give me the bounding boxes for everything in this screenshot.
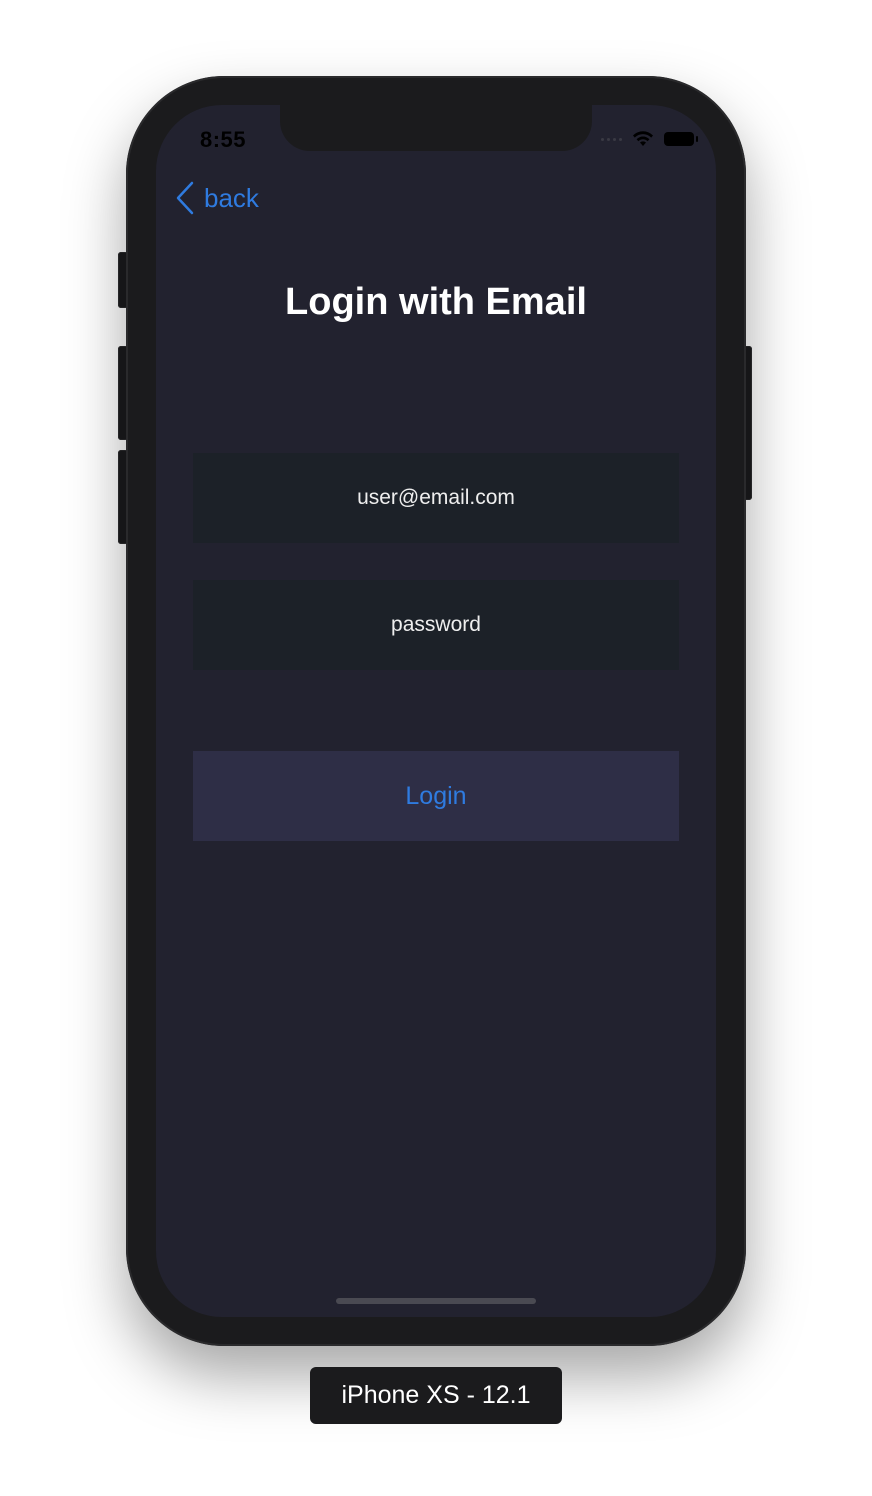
device-label: iPhone XS - 12.1	[310, 1367, 562, 1424]
status-icons	[601, 131, 698, 147]
home-indicator[interactable]	[336, 1298, 536, 1304]
cellular-signal-icon	[601, 137, 622, 141]
back-button[interactable]: back	[176, 181, 259, 215]
back-label: back	[204, 182, 259, 213]
notch	[280, 105, 592, 151]
phone-screen: 8:55 back Login with Email Login	[156, 105, 716, 1317]
battery-icon	[664, 132, 698, 146]
wifi-icon	[633, 131, 653, 146]
login-button[interactable]: Login	[193, 751, 679, 841]
email-field[interactable]	[193, 453, 679, 543]
chevron-left-icon	[176, 181, 194, 215]
status-time: 8:55	[200, 127, 247, 152]
password-field[interactable]	[193, 580, 679, 670]
simulator-stage: 8:55 back Login with Email Login iPhone …	[0, 0, 872, 1496]
page-title: Login with Email	[285, 281, 587, 323]
